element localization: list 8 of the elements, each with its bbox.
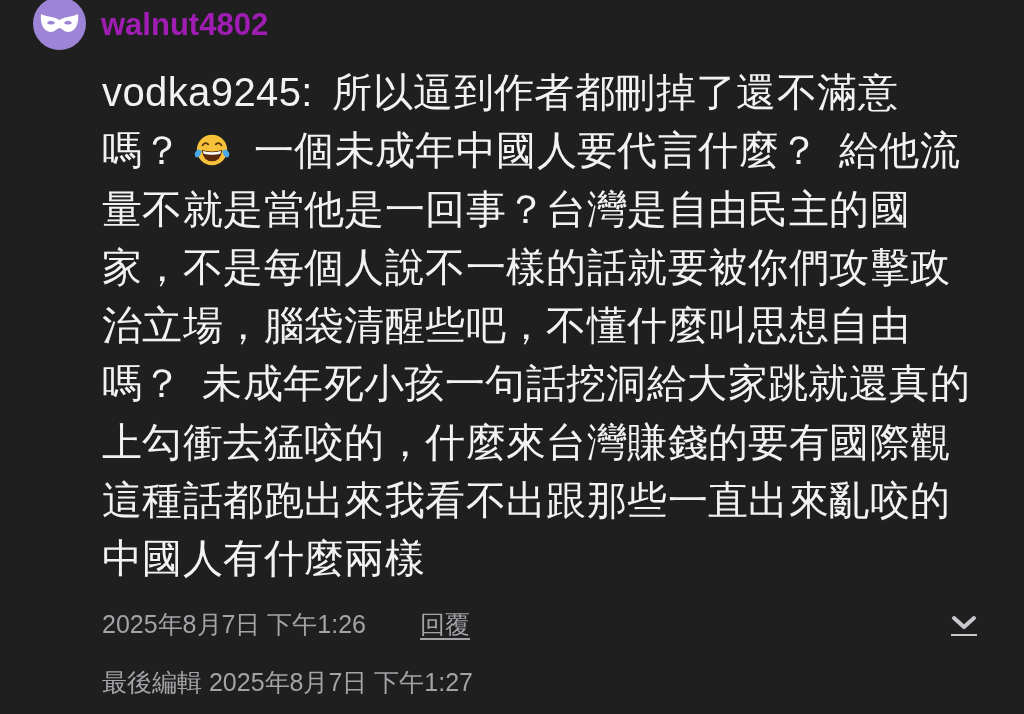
avatar-icon [33, 0, 86, 50]
timestamp: 2025年8月7日 下午1:26 [102, 608, 367, 640]
comment-text: vodka9245: 所以逼到作者都刪掉了還不滿意 [102, 69, 898, 116]
edited-timestamp: 最後編輯 2025年8月7日 下午1:27 [102, 666, 473, 698]
comment-text: 一個未成年中國人要代言什麼？ 給他流 [253, 127, 961, 175]
comment-text: 嗎？ [102, 127, 183, 175]
comment-text: 量不就是當他是一回事？台灣是自由民主的國家，不是每個人說不一樣的話就要被你們攻擊政治立場，腦袋清醒些吧，不懂什麼叫思想自由嗎？ 未成年死小孩一句話挖洞給大家跳就還真的上勾衝去猛咬的，什麼來台灣賺錢的要有國際觀這種話都跑出來我看不出跟那些一直出來亂咬的中國人有什麼兩樣 [102, 185, 971, 583]
reply-link[interactable]: 回覆 [420, 605, 471, 642]
